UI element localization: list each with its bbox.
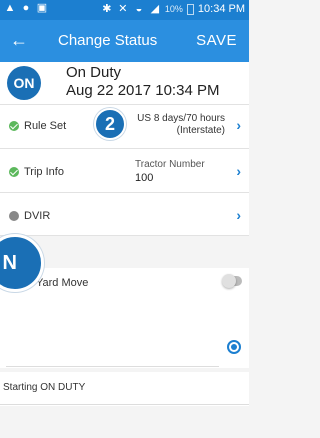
status-dot-icon	[9, 211, 19, 221]
note-field[interactable]: Starting ON DUTY	[3, 382, 85, 393]
app-bar: ← Change Status SAVE	[0, 20, 249, 62]
rule-set-label: Rule Set	[24, 120, 67, 132]
callout-marker: 2	[94, 108, 126, 140]
yard-move-toggle[interactable]	[222, 274, 242, 288]
location-row	[0, 328, 249, 368]
status-header: ON On Duty Aug 22 2017 10:34 PM	[0, 62, 249, 104]
record-icon: ●	[22, 2, 30, 14]
rule-set-value-line2: (Interstate)	[176, 125, 225, 136]
wifi-icon: ◒	[135, 3, 143, 15]
signal-icon: ◢	[150, 3, 160, 15]
dvir-row[interactable]: DVIR ›	[0, 192, 249, 236]
chevron-right-icon: ›	[236, 207, 241, 223]
back-arrow-icon[interactable]: ←	[10, 29, 28, 51]
chevron-right-icon: ›	[236, 163, 241, 179]
battery-icon	[186, 3, 194, 15]
trip-info-label: Trip Info	[24, 166, 64, 178]
trip-info-row[interactable]: Trip Info Tractor Number 100 ›	[0, 148, 249, 192]
yard-move-label: Yard Move	[36, 277, 89, 289]
rule-set-value-line1: US 8 days/70 hours	[137, 113, 225, 124]
divider	[0, 404, 249, 405]
tractor-number-value: 100	[135, 172, 154, 184]
status-badge: ON	[7, 66, 41, 100]
tractor-number-label: Tractor Number	[135, 159, 205, 170]
rule-set-value: US 8 days/70 hours (Interstate)	[137, 113, 225, 137]
check-icon	[9, 121, 19, 131]
mute-icon: ✕	[118, 3, 128, 15]
location-field[interactable]	[6, 366, 219, 367]
warning-icon: ▲	[4, 2, 16, 14]
status-datetime[interactable]: Aug 22 2017 10:34 PM	[66, 82, 219, 99]
note-row: Starting ON DUTY	[0, 372, 249, 406]
page-title: Change Status	[58, 32, 158, 49]
status-bar: ▲ ● ▣ ✱ ✕ ◒ ◢ 10% 10:34 PM	[0, 0, 249, 20]
check-icon	[9, 167, 19, 177]
chevron-right-icon: ›	[236, 117, 241, 133]
save-button[interactable]: SAVE	[196, 32, 237, 49]
battery-percent: 10%	[164, 4, 183, 14]
status-name: On Duty	[66, 64, 122, 81]
toggle-knob	[222, 274, 236, 288]
bluetooth-icon: ✱	[102, 3, 112, 15]
gps-target-icon[interactable]	[227, 340, 241, 354]
image-icon: ▣	[36, 2, 48, 14]
status-time: 10:34 PM	[197, 3, 245, 15]
dvir-label: DVIR	[24, 210, 51, 222]
